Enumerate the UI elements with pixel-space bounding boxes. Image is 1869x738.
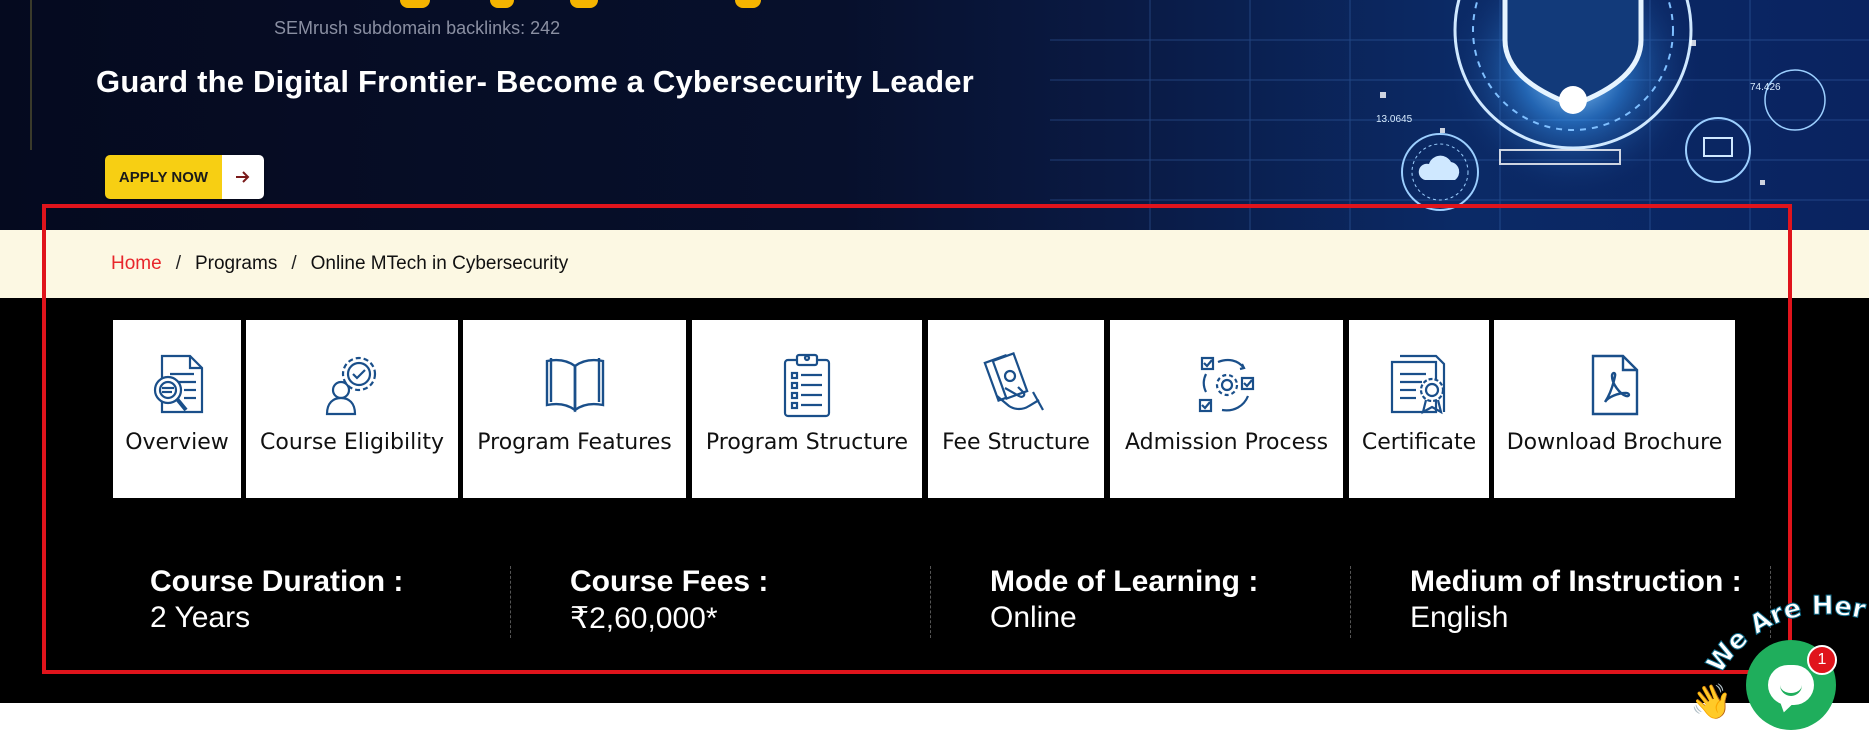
process-cycle-icon — [1192, 350, 1262, 420]
pdf-file-icon — [1580, 350, 1650, 420]
tab-label: Certificate — [1361, 430, 1477, 455]
breadcrumb-separator: / — [175, 253, 181, 274]
tab-label: Fee Structure — [942, 430, 1090, 455]
tab-fee-structure[interactable]: Fee Structure — [928, 320, 1104, 498]
tab-label: Overview — [125, 430, 229, 455]
tab-label: Download Brochure — [1506, 430, 1723, 455]
art-label: 74.426 — [1750, 82, 1781, 93]
document-magnifier-icon — [142, 350, 212, 420]
clipboard-list-icon — [772, 350, 842, 420]
open-book-icon — [540, 350, 610, 420]
chat-notification-badge: 1 — [1807, 645, 1837, 675]
course-fees-value: ₹2,60,000* — [570, 602, 718, 635]
hero-title: Guard the Digital Frontier- Become a Cyb… — [96, 64, 974, 99]
art-label: 13.0645 — [1376, 114, 1413, 125]
medium-of-instruction-info: Medium of Instruction : English — [1410, 565, 1742, 635]
breadcrumb-programs-link[interactable]: Programs — [195, 253, 277, 275]
apply-now-label: APPLY NOW — [105, 155, 222, 199]
hero-banner: SEMrush subdomain backlinks: 242 Guard t… — [0, 0, 1869, 230]
medium-of-instruction-value: English — [1410, 601, 1509, 634]
mode-of-learning-value: Online — [990, 601, 1077, 634]
cyber-shield-illustration: 13.0645 74.426 — [1050, 0, 1869, 230]
hero-divider-line — [30, 0, 32, 150]
tab-label: Admission Process — [1124, 430, 1329, 455]
tab-program-structure[interactable]: Program Structure — [692, 320, 922, 498]
tab-certificate[interactable]: Certificate — [1349, 320, 1489, 498]
tab-label: Course Eligibility — [260, 430, 444, 455]
mode-of-learning-info: Mode of Learning : Online — [990, 565, 1258, 635]
course-duration-value: 2 Years — [150, 601, 251, 634]
info-divider — [1350, 566, 1351, 638]
course-duration-label: Course Duration : — [150, 565, 404, 598]
tab-label: Program Features — [477, 430, 672, 455]
breadcrumb-home-link[interactable]: Home — [111, 253, 162, 275]
tab-label: Program Structure — [705, 430, 909, 455]
info-divider — [510, 566, 511, 638]
tab-program-features[interactable]: Program Features — [463, 320, 686, 498]
tab-download-brochure[interactable]: Download Brochure — [1494, 320, 1735, 498]
course-duration-info: Course Duration : 2 Years — [150, 565, 403, 635]
hand-cash-icon — [981, 350, 1051, 420]
medium-of-instruction-label: Medium of Instruction : — [1410, 565, 1742, 598]
tab-course-eligibility[interactable]: Course Eligibility — [246, 320, 458, 498]
semrush-overlay-text: SEMrush subdomain backlinks: 242 — [274, 18, 561, 38]
info-divider — [930, 566, 931, 638]
apply-now-button[interactable]: APPLY NOW — [105, 155, 264, 199]
tab-overview[interactable]: Overview — [113, 320, 241, 498]
breadcrumb: Home / Programs / Online MTech in Cybers… — [0, 230, 1869, 298]
person-gear-check-icon — [317, 350, 387, 420]
hero-headline-cutoff — [400, 0, 800, 8]
certificate-icon — [1384, 350, 1454, 420]
chat-bubble-icon — [1768, 665, 1814, 705]
waving-hand-icon: 👋 — [1690, 683, 1733, 721]
course-fees-info: Course Fees : ₹2,60,000* — [570, 565, 768, 636]
breadcrumb-separator: / — [291, 253, 297, 274]
mode-of-learning-label: Mode of Learning : — [990, 565, 1259, 598]
breadcrumb-current: Online MTech in Cybersecurity — [310, 253, 569, 274]
tab-admission-process[interactable]: Admission Process — [1110, 320, 1343, 498]
course-fees-label: Course Fees : — [570, 565, 769, 598]
arrow-right-icon — [222, 155, 264, 199]
